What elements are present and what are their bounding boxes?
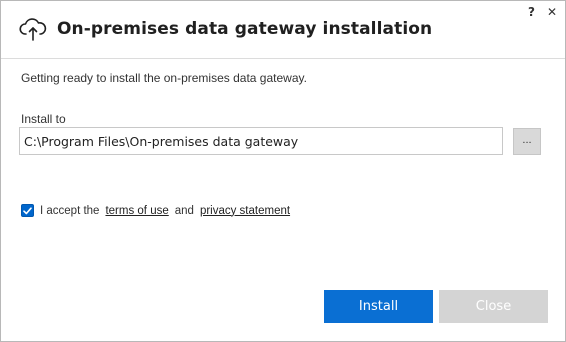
installer-dialog: ? ✕ On-premises data gateway installatio… [0, 0, 566, 342]
dialog-title: On-premises data gateway installation [57, 19, 433, 39]
intro-text: Getting ready to install the on-premises… [21, 71, 307, 85]
checkmark-icon [23, 206, 32, 214]
accept-terms-row: I accept the terms of use and privacy st… [21, 204, 290, 217]
accept-terms-checkbox[interactable] [21, 204, 34, 217]
close-button[interactable]: Close [439, 290, 548, 323]
dialog-header: On-premises data gateway installation [19, 17, 432, 41]
install-to-label: Install to [21, 112, 66, 126]
cloud-upload-icon [19, 17, 47, 41]
install-path-input[interactable] [19, 127, 503, 155]
titlebar-controls: ? ✕ [528, 5, 557, 19]
install-button[interactable]: Install [324, 290, 433, 323]
accept-prefix-text: I accept the [40, 204, 100, 217]
help-button[interactable]: ? [528, 5, 535, 19]
header-divider [1, 58, 565, 59]
terms-of-use-link[interactable]: terms of use [105, 205, 168, 217]
window-close-button[interactable]: ✕ [547, 5, 557, 19]
accept-conjunction-text: and [174, 204, 194, 217]
browse-button[interactable]: ... [513, 128, 541, 155]
privacy-statement-link[interactable]: privacy statement [200, 205, 290, 217]
